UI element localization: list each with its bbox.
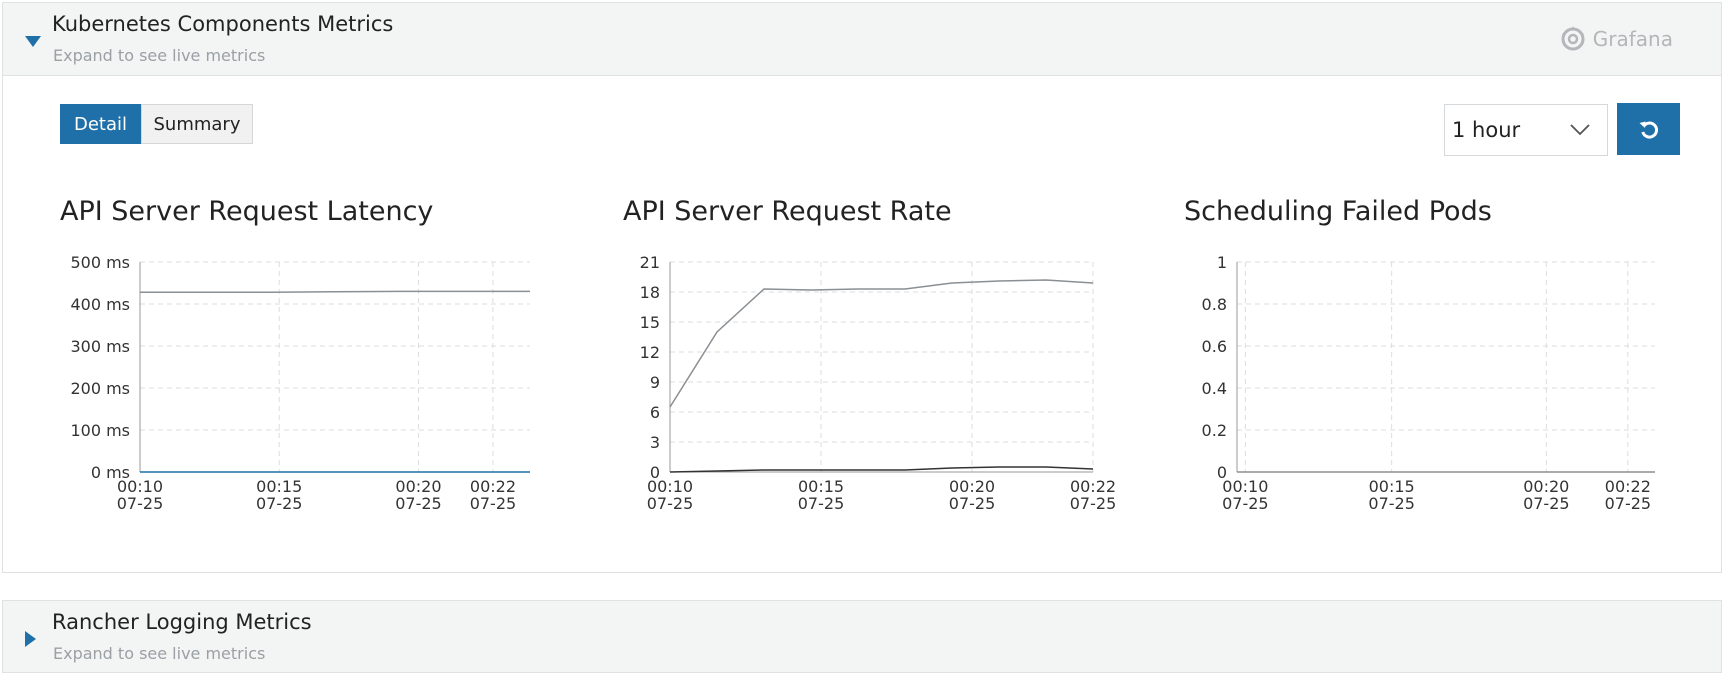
x-tick-date: 07-25 [1605,494,1652,513]
x-tick-date: 07-25 [1523,494,1570,513]
grafana-logo-icon [1561,26,1585,51]
chart-title-rate: API Server Request Rate [623,196,952,227]
y-tick-label: 0.2 [1202,421,1227,440]
view-toggle: Detail Summary [60,104,253,144]
summary-button[interactable]: Summary [141,104,253,144]
y-tick-label: 0.8 [1202,295,1227,314]
x-tick-date: 07-25 [1222,494,1269,513]
caret-down-icon[interactable] [25,36,41,47]
y-tick-label: 200 ms [70,379,130,398]
caret-right-icon[interactable] [25,631,36,647]
x-tick-date: 07-25 [949,494,996,513]
panel-subtitle: Expand to see live metrics [53,46,266,65]
x-tick-date: 07-25 [1070,494,1117,513]
panel-header-rancher-logging[interactable]: Rancher Logging Metrics Expand to see li… [2,600,1722,673]
y-tick-label: 21 [640,253,660,272]
y-tick-label: 100 ms [70,421,130,440]
x-tick-date: 07-25 [117,494,164,513]
grafana-label: Grafana [1592,27,1673,51]
y-tick-label: 400 ms [70,295,130,314]
time-range-select[interactable]: 1 hour [1444,104,1608,156]
y-tick-label: 1 [1217,253,1227,272]
y-tick-label: 12 [640,343,660,362]
y-tick-label: 500 ms [70,253,130,272]
series-line [669,466,1094,473]
chart-latency: 500 ms400 ms300 ms200 ms100 ms0 ms00:100… [70,253,530,513]
series-line [669,279,1094,408]
y-tick-label: 0.6 [1202,337,1227,356]
panel-header-kubernetes[interactable]: Kubernetes Components Metrics Expand to … [2,2,1722,76]
detail-button[interactable]: Detail [60,104,141,144]
y-tick-label: 18 [640,283,660,302]
x-tick-date: 07-25 [470,494,517,513]
x-tick-date: 07-25 [256,494,303,513]
y-tick-label: 0.4 [1202,379,1227,398]
x-tick-date: 07-25 [647,494,694,513]
x-tick-date: 07-25 [1368,494,1415,513]
grafana-link[interactable]: Grafana [1559,25,1673,53]
y-tick-label: 3 [650,433,660,452]
chart-rate: 21181512963000:1007-2500:1507-2500:2007-… [640,253,1117,513]
chart-title-latency: API Server Request Latency [60,196,434,227]
panel-title: Kubernetes Components Metrics [52,12,394,36]
chart-title-failed-pods: Scheduling Failed Pods [1184,196,1492,227]
series-line [140,290,530,293]
y-tick-label: 300 ms [70,337,130,356]
panel-subtitle: Expand to see live metrics [53,644,266,663]
refresh-button[interactable] [1617,103,1680,155]
time-range-value: 1 hour [1452,118,1521,142]
x-tick-date: 07-25 [395,494,442,513]
y-tick-label: 15 [640,313,660,332]
y-tick-label: 6 [650,403,660,422]
y-tick-label: 9 [650,373,660,392]
panel-title: Rancher Logging Metrics [52,610,312,634]
chevron-down-icon [1570,124,1590,136]
x-tick-date: 07-25 [798,494,845,513]
chart-failed-pods: 10.80.60.40.2000:1007-2500:1507-2500:200… [1202,253,1655,513]
refresh-icon [1639,121,1658,139]
